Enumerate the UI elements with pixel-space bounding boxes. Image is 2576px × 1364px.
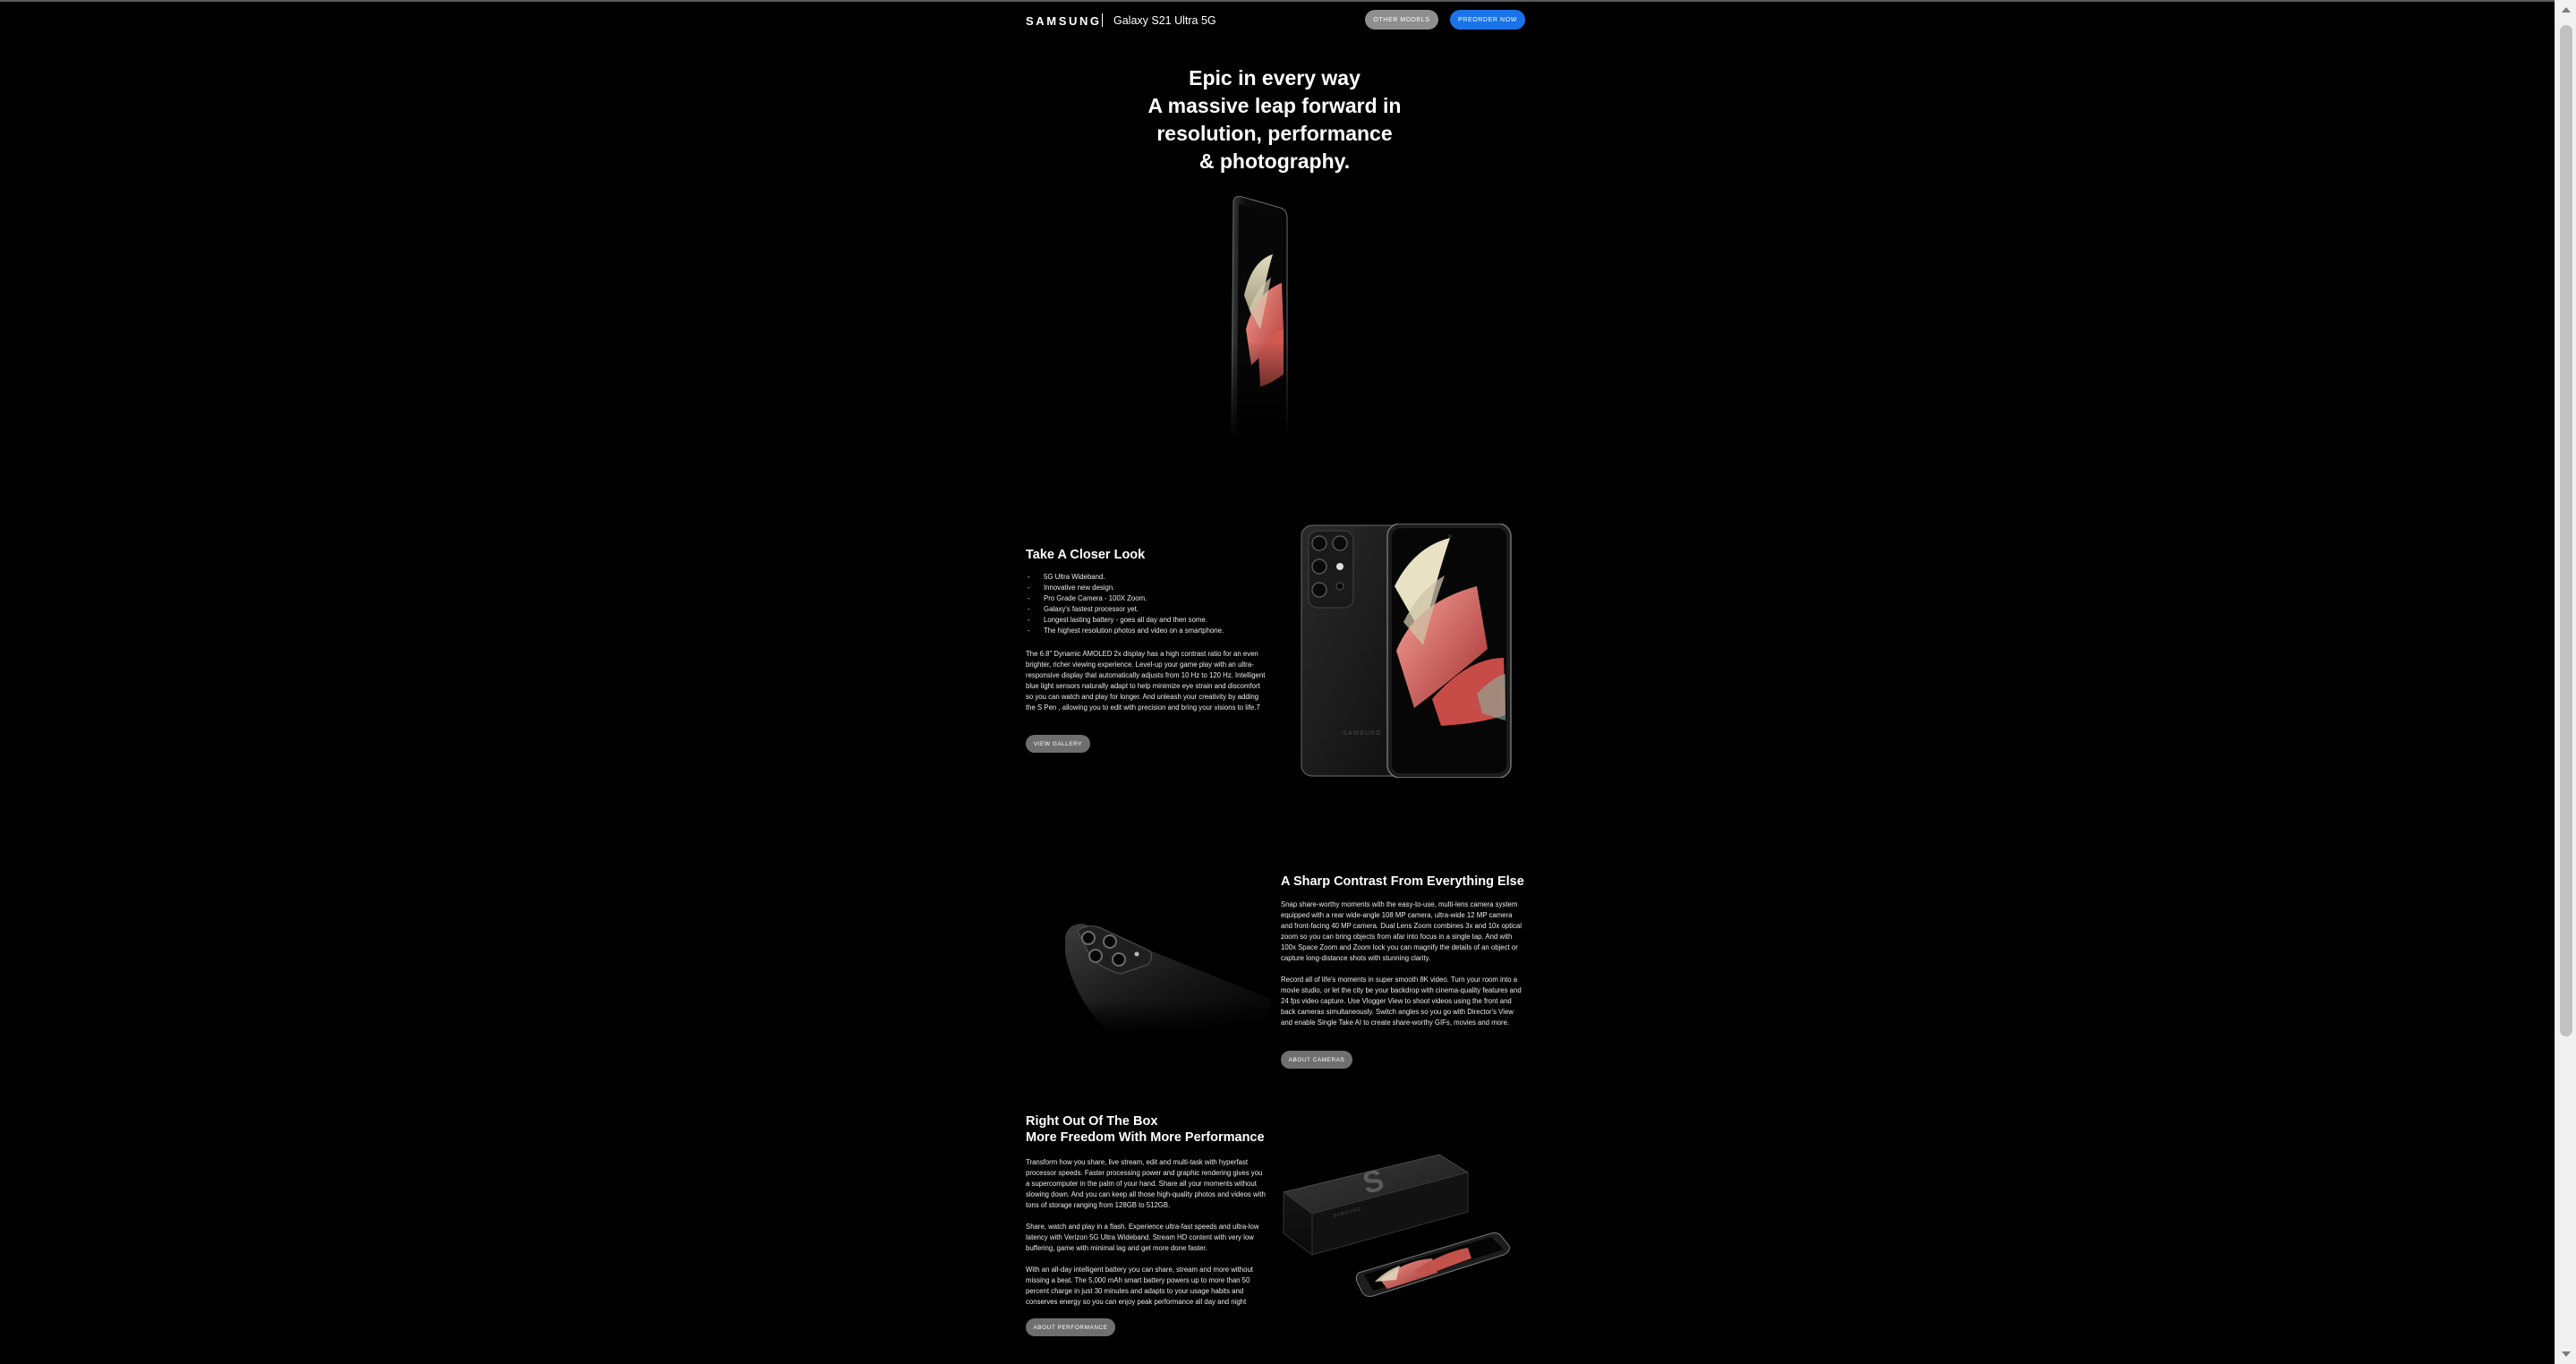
- feature-list: 5G Ultra Wideband. Innovative new design…: [1026, 572, 1267, 636]
- list-item: Pro Grade Camera - 100X Zoom.: [1026, 593, 1267, 604]
- list-item: 5G Ultra Wideband.: [1026, 572, 1267, 583]
- performance-body-3: With an all-day intelligent battery you …: [1026, 1266, 1253, 1306]
- page: SAMSUNG Galaxy S21 Ultra 5G OTHER MODELS…: [0, 0, 2576, 1364]
- box-and-phone-image: S SAMSUNG: [1282, 1154, 1510, 1297]
- performance-title: Right Out Of The Box More Freedom With M…: [1026, 1113, 1285, 1146]
- camera-closeup-image: [1056, 918, 1271, 1035]
- hero-headline: Epic in every way A massive leap forward…: [1092, 64, 1457, 175]
- list-item: Galaxy's fastest processor yet.: [1026, 604, 1267, 615]
- scroll-up-arrow-icon[interactable]: [2562, 7, 2571, 13]
- list-item: Longest lasting battery - goes all day a…: [1026, 615, 1267, 626]
- model-name: Galaxy S21 Ultra 5G: [1113, 14, 1216, 27]
- header-divider: [1102, 13, 1103, 27]
- hero-line: A massive leap forward in: [1147, 94, 1402, 117]
- about-cameras-button[interactable]: ABOUT CAMERAS: [1281, 1051, 1352, 1069]
- top-border: [0, 0, 2555, 2]
- contrast-body-1: Snap share-worthy moments with the easy-…: [1281, 900, 1522, 962]
- performance-body-2: Share, watch and play in a flash. Experi…: [1026, 1223, 1259, 1252]
- phone-back-logo: SAMSUNG: [1343, 730, 1382, 737]
- contrast-body-2: Record all of life's moments in super sm…: [1281, 976, 1522, 1027]
- list-item: Innovative new design.: [1026, 583, 1267, 593]
- hero-line: resolution, performance: [1156, 122, 1393, 145]
- performance-title-line: More Freedom With More Performance: [1026, 1130, 1265, 1145]
- contrast-title: A Sharp Contrast From Everything Else: [1281, 874, 1524, 889]
- hero-phone-image: [1224, 195, 1323, 439]
- scroll-down-arrow-icon[interactable]: [2562, 1351, 2571, 1357]
- page-scrollbar[interactable]: [2555, 0, 2576, 1364]
- hero-line: Epic in every way: [1189, 66, 1361, 90]
- preorder-now-button[interactable]: PREORDER NOW: [1450, 10, 1525, 30]
- view-gallery-button[interactable]: VIEW GALLERY: [1026, 735, 1090, 753]
- scrollbar-thumb[interactable]: [2560, 25, 2572, 1036]
- hero-line: & photography.: [1198, 149, 1351, 173]
- performance-title-line: Right Out Of The Box: [1026, 1114, 1158, 1129]
- site-header: SAMSUNG Galaxy S21 Ultra 5G OTHER MODELS…: [1026, 9, 1525, 32]
- closer-look-title: Take A Closer Look: [1026, 548, 1146, 562]
- phone-front-back-image: SAMSUNG: [1301, 524, 1512, 778]
- performance-body-1: Transform how you share, live stream, ed…: [1026, 1158, 1266, 1209]
- samsung-logo[interactable]: SAMSUNG: [1026, 14, 1102, 28]
- other-models-button[interactable]: OTHER MODELS: [1365, 10, 1438, 30]
- list-item: The highest resolution photos and video …: [1026, 626, 1267, 636]
- closer-look-body: The 6.8" Dynamic AMOLED 2x display has a…: [1026, 650, 1266, 712]
- about-performance-button[interactable]: ABOUT PERFORMANCE: [1026, 1318, 1115, 1336]
